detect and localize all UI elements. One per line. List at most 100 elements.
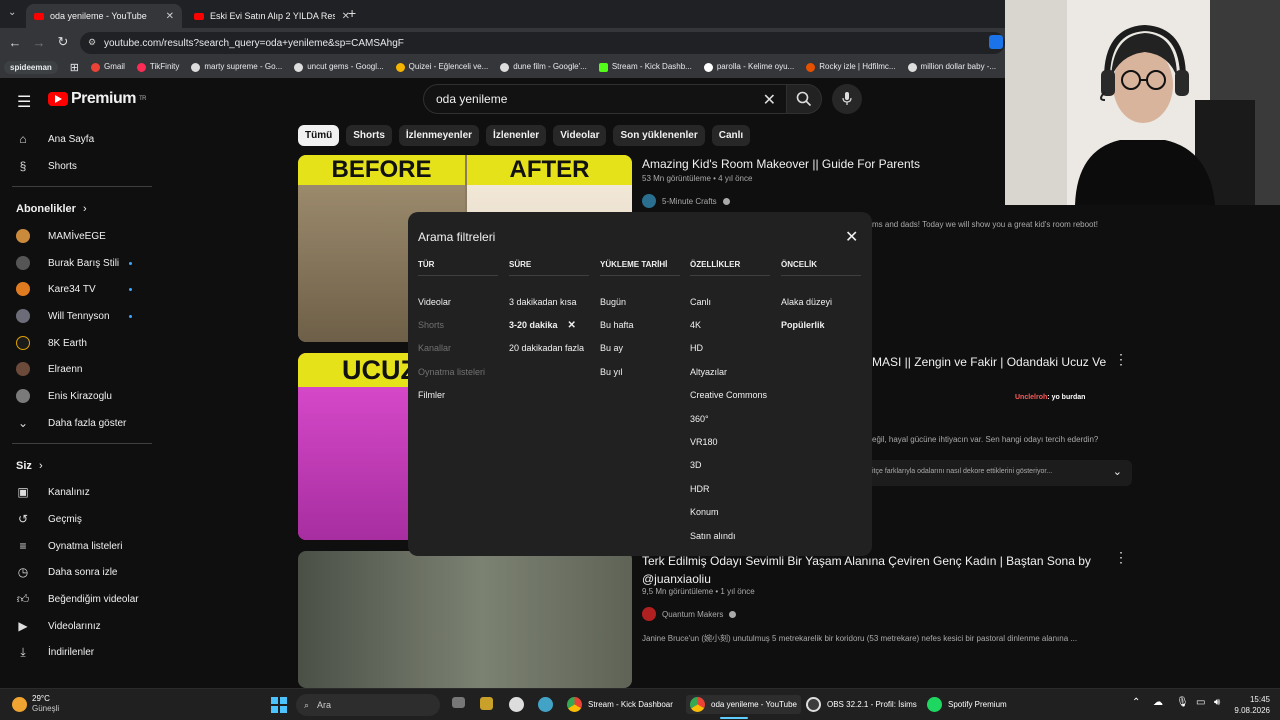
taskbar-search[interactable]: ⌕ Ara: [296, 694, 440, 716]
video-title[interactable]: Terk Edilmiş Odayı Sevimli Bir Yaşam Ala…: [642, 552, 1092, 588]
sidebar-sub-elraenn[interactable]: Elraenn: [16, 362, 82, 376]
back-arrow-icon[interactable]: ←: [3, 35, 27, 50]
sidebar-show-more[interactable]: ⌄ Daha fazla göster: [16, 416, 126, 430]
sidebar-sub-mamiveege[interactable]: MAMİveEGE: [16, 229, 106, 243]
sidebar-item-your-channel[interactable]: ▣ Kanalınız: [16, 485, 89, 499]
sidebar-item-watch-later[interactable]: ◷ Daha sonra izle: [16, 565, 118, 579]
clock[interactable]: 15:45 9.08.2026: [1230, 694, 1270, 716]
filter-option[interactable]: Bu hafta: [600, 313, 680, 336]
sidebar-item-home[interactable]: ⌂ Ana Sayfa: [16, 132, 94, 146]
bookmark-dune[interactable]: dune film - Google'...: [500, 62, 587, 72]
close-icon[interactable]: ✕: [845, 227, 858, 247]
search-input[interactable]: oda yenileme ✕: [423, 84, 787, 114]
taskbar-app-spotify[interactable]: Spotify Premium: [927, 697, 1007, 712]
sidebar-sub-enis[interactable]: Enis Kirazoglu: [16, 389, 112, 403]
sidebar-item-downloads[interactable]: ⤓ İndirilenler: [16, 645, 94, 659]
filter-option[interactable]: Canlı: [690, 290, 770, 313]
filter-option[interactable]: HD: [690, 337, 770, 360]
edge-app-icon[interactable]: [538, 697, 553, 712]
filter-option[interactable]: Creative Commons: [690, 384, 770, 407]
tab-eski-evi[interactable]: Eski Evi Satın Alıp 2 YILDA Resto ✕: [186, 4, 358, 28]
channel-link[interactable]: Quantum Makers: [642, 607, 737, 621]
filter-option[interactable]: Bu yıl: [600, 360, 680, 383]
channel-link[interactable]: 5-Minute Crafts: [642, 194, 730, 208]
youtube-premium-logo[interactable]: Premium TR: [48, 90, 146, 108]
volume-icon[interactable]: 🔊︎: [1214, 697, 1220, 708]
voice-search-button[interactable]: [832, 84, 862, 114]
filter-option[interactable]: Satın alındı: [690, 524, 770, 547]
microphone-tray-icon[interactable]: 🎙︎: [1176, 697, 1189, 708]
more-actions-icon[interactable]: ⋮: [1114, 549, 1128, 566]
search-button[interactable]: [786, 84, 822, 114]
bookmark-million[interactable]: million dollar baby -...: [907, 62, 996, 72]
sidebar-sub-kare34[interactable]: Kare34 TV: [16, 282, 96, 296]
sidebar-sub-burak[interactable]: Burak Barış Stili: [16, 256, 119, 270]
display-icon[interactable]: ▭: [1196, 697, 1205, 708]
weather-widget[interactable]: 29°C Güneşli: [12, 694, 59, 714]
chip-shorts[interactable]: Shorts: [346, 125, 392, 146]
sidebar-item-your-videos[interactable]: ▶ Videolarınız: [16, 619, 100, 633]
filter-option[interactable]: Konum: [690, 501, 770, 524]
filter-option-selected[interactable]: Popülerlik: [781, 313, 861, 336]
clear-search-icon[interactable]: ✕: [763, 90, 776, 110]
sidebar-sub-8kearth[interactable]: 8K Earth: [16, 336, 87, 350]
bookmark-quizei[interactable]: Quizei - Eğlenceli ve...: [395, 62, 488, 72]
bookmark-tikfinity[interactable]: TikFinity: [136, 62, 179, 72]
video-thumbnail[interactable]: [298, 551, 632, 688]
filter-option[interactable]: 3 dakikadan kısa: [509, 290, 589, 313]
taskbar-app-obs[interactable]: OBS 32.2.1 - Profil: İsims: [806, 697, 917, 712]
chip-videos[interactable]: Videolar: [553, 125, 607, 146]
sidebar-item-history[interactable]: ↺ Geçmiş: [16, 512, 82, 526]
filter-option[interactable]: HDR: [690, 477, 770, 500]
more-actions-icon[interactable]: ⋮: [1114, 351, 1128, 368]
filter-option[interactable]: 20 dakikadan fazla: [509, 337, 589, 360]
filter-option[interactable]: Bugün: [600, 290, 680, 313]
forward-arrow-icon[interactable]: →: [27, 35, 51, 50]
chip-recently-uploaded[interactable]: Son yüklenenler: [613, 125, 705, 146]
video-title[interactable]: MASI || Zengin ve Fakir | Odandaki Ucuz …: [872, 355, 1106, 369]
video-title[interactable]: Amazing Kid's Room Makeover || Guide For…: [642, 157, 920, 171]
subscriptions-header[interactable]: Abonelikler ›: [16, 203, 87, 215]
filter-option[interactable]: Bu ay: [600, 337, 680, 360]
filter-option[interactable]: VR180: [690, 430, 770, 453]
profile-chip[interactable]: spideeman: [4, 60, 58, 74]
you-header[interactable]: Siz ›: [16, 460, 43, 472]
store-icon[interactable]: [480, 697, 493, 710]
new-tab-button[interactable]: +: [348, 5, 356, 21]
sidebar-item-shorts[interactable]: § Shorts: [16, 159, 77, 173]
sidebar-item-liked[interactable]: 👍︎ Beğendiğim videolar: [16, 592, 139, 606]
chip-unwatched[interactable]: İzlenmeyenler: [398, 125, 480, 146]
filter-option[interactable]: 360°: [690, 407, 770, 430]
sidebar-item-playlists[interactable]: ≡ Oynatma listeleri: [16, 539, 122, 553]
chip-all[interactable]: Tümü: [298, 125, 340, 146]
chip-live[interactable]: Canlı: [711, 125, 751, 146]
apps-grid-icon[interactable]: ⊞: [70, 61, 79, 74]
bookmark-kick[interactable]: Stream - Kick Dashb...: [598, 62, 692, 72]
taskbar-app-youtube[interactable]: oda yenileme - YouTube: [686, 695, 801, 714]
windows-start-icon[interactable]: [271, 697, 287, 713]
chapter-box[interactable]: itçe farklarıyla odalarını nasıl dekore …: [860, 460, 1132, 486]
reload-icon[interactable]: ↻: [51, 34, 75, 50]
chevron-down-icon[interactable]: ⌄: [1113, 465, 1122, 478]
filter-option[interactable]: 4K: [690, 313, 770, 336]
filter-option-selected[interactable]: 3-20 dakika ✕: [509, 313, 589, 336]
lens-icon[interactable]: [989, 35, 1003, 49]
chip-watched[interactable]: İzlenenler: [486, 125, 547, 146]
filter-option[interactable]: 3D: [690, 454, 770, 477]
close-tab-icon[interactable]: ✕: [166, 11, 174, 22]
chevron-up-icon[interactable]: ⌃: [1132, 697, 1140, 708]
tab-search-icon[interactable]: ⌄: [8, 7, 16, 18]
menu-hamburger-icon[interactable]: ☰: [17, 92, 31, 112]
tab-youtube-search[interactable]: oda yenileme - YouTube ✕: [26, 4, 182, 28]
sidebar-sub-will[interactable]: Will Tennyson: [16, 309, 110, 323]
bookmark-marty[interactable]: marty supreme - Go...: [191, 62, 282, 72]
bookmark-gmail[interactable]: Gmail: [91, 62, 125, 72]
chatgpt-icon[interactable]: [509, 697, 524, 712]
remove-filter-icon[interactable]: ✕: [568, 320, 576, 331]
filter-option[interactable]: Altyazılar: [690, 360, 770, 383]
address-bar[interactable]: ⚙ youtube.com/results?search_query=oda+y…: [80, 32, 1005, 54]
bookmark-rocky[interactable]: Rocky izle | Hdfilmc...: [806, 62, 896, 72]
task-view-icon[interactable]: [452, 697, 465, 708]
bookmark-uncut[interactable]: uncut gems - Googl...: [294, 62, 384, 72]
filter-option[interactable]: Filmler: [418, 384, 498, 407]
